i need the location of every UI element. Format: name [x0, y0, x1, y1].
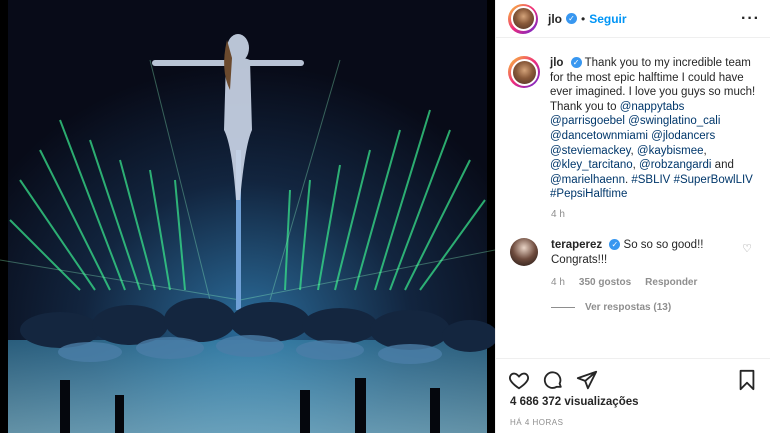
post-video[interactable] [0, 0, 495, 433]
hashtag-link[interactable]: #SBLIV [631, 174, 670, 186]
mention-link[interactable]: @kaybismee [637, 145, 704, 157]
comment-like-heart-icon[interactable]: ♡ [742, 242, 752, 255]
view-count[interactable]: 4 686 372 visualizações [510, 396, 639, 408]
author-username[interactable]: jlo [548, 12, 562, 26]
post-caption: jlo ✓ Thank you to my incredible team fo… [508, 56, 760, 202]
author-avatar[interactable] [508, 3, 538, 34]
comment-age: 4 h [551, 277, 565, 289]
view-replies-label: Ver respostas (13) [585, 302, 672, 314]
separator-dot: • [581, 11, 586, 26]
mention-link[interactable]: @kley_tarcitano [550, 159, 633, 171]
mention-link[interactable]: @nappytabs [620, 101, 685, 113]
post-timestamp: HÁ 4 HORAS [510, 418, 564, 427]
mention-link[interactable]: @parrisgoebel [550, 115, 625, 127]
hashtag-link[interactable]: #PepsiHalftime [550, 188, 627, 200]
comment-likes[interactable]: 350 gostos [579, 277, 631, 288]
mention-link[interactable]: @steviemackey [550, 145, 630, 157]
post-sidebar: jlo ✓ • Seguir ··· jlo ✓ Thank you to my… [495, 0, 770, 433]
commenter-avatar[interactable] [510, 237, 538, 266]
heart-icon[interactable] [508, 369, 530, 391]
replies-divider [551, 307, 575, 309]
commenter-username[interactable]: teraperez [551, 239, 602, 251]
caption-username[interactable]: jlo [550, 57, 563, 69]
verified-badge-icon: ✓ [566, 13, 577, 24]
mention-link[interactable]: @robzangardi [639, 159, 711, 171]
comment-meta: 4 h 350 gostos Responder [551, 277, 760, 288]
comment-item: teraperez ✓ So so so good!! Congrats!!! … [508, 237, 760, 267]
video-frame-illustration [0, 0, 495, 433]
mention-link[interactable]: @dancetownmiami [550, 130, 648, 142]
comments-list[interactable]: jlo ✓ Thank you to my incredible team fo… [508, 56, 760, 358]
more-options-icon[interactable]: ··· [741, 10, 760, 28]
bookmark-icon[interactable] [736, 369, 758, 391]
post-actions-bar [496, 358, 770, 400]
hashtag-link[interactable]: #SuperBowlLIV [674, 174, 753, 186]
comment-icon[interactable] [542, 369, 564, 391]
share-icon[interactable] [576, 369, 598, 391]
caption-age: 4 h [551, 208, 565, 220]
mention-link[interactable]: @marielhaenn [550, 174, 625, 186]
reply-button[interactable]: Responder [645, 277, 697, 288]
comment-body: teraperez ✓ So so so good!! Congrats!!! [551, 238, 721, 267]
verified-badge-icon: ✓ [609, 239, 621, 251]
post-header: jlo ✓ • Seguir ··· [496, 0, 770, 38]
view-replies-button[interactable]: Ver respostas (13) [551, 302, 760, 313]
follow-button[interactable]: Seguir [589, 12, 626, 26]
caption-author-avatar[interactable] [508, 56, 540, 88]
mention-link[interactable]: @swinglatino_cali [628, 115, 720, 127]
verified-badge-icon: ✓ [570, 57, 582, 69]
caption-text: jlo ✓ Thank you to my incredible team fo… [550, 57, 756, 201]
mention-link[interactable]: @jlodancers [651, 130, 715, 142]
